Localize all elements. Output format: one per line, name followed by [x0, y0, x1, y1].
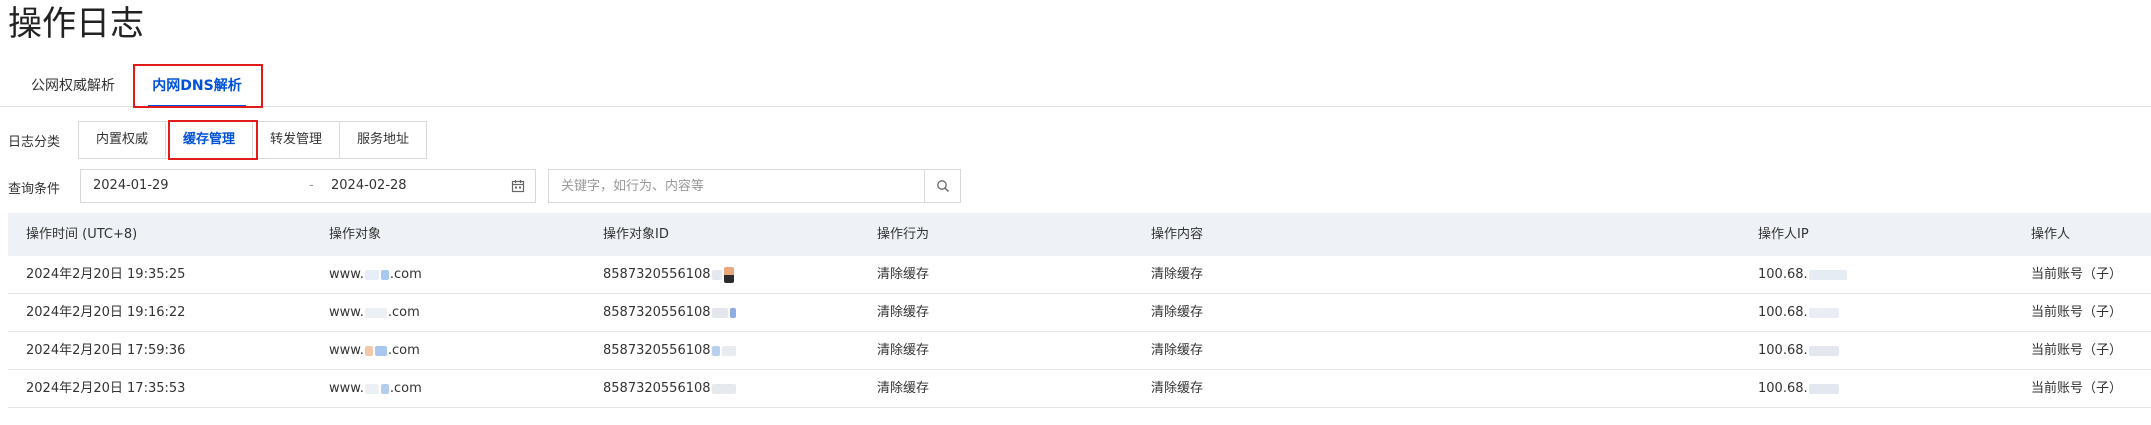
cell-object-id: 8587320556108: [603, 370, 737, 408]
cell-content: 清除缓存: [1151, 267, 1204, 282]
cell-operator: 当前账号（子）: [2031, 267, 2123, 282]
redacted-mark: [711, 269, 722, 280]
cell-action: 清除缓存: [877, 267, 930, 282]
redacted-mark: [380, 269, 389, 280]
table-header: 操作时间 (UTC+8) 操作对象 操作对象ID 操作行为 操作内容 操作人IP…: [8, 213, 2151, 256]
keyword-search: [548, 169, 961, 203]
ip-prefix: 100.68.: [1758, 305, 1808, 320]
object-prefix: www.: [329, 343, 364, 358]
table-row: 2024年2月20日 17:59:36 www. .com 85873205561…: [8, 332, 2151, 370]
search-icon: [937, 180, 949, 192]
cell-object: www. .com: [329, 370, 422, 408]
header-operator: 操作人: [2031, 227, 2071, 242]
redacted-mark: [1808, 383, 1839, 394]
search-input[interactable]: [549, 170, 919, 202]
category-builtin-authoritative[interactable]: 内置权威: [79, 122, 167, 158]
redacted-mark: [364, 307, 387, 318]
object-id-prefix: 8587320556108: [603, 343, 711, 358]
operation-log-table: 操作时间 (UTC+8) 操作对象 操作对象ID 操作行为 操作内容 操作人IP…: [8, 213, 2151, 408]
redacted-mark: [723, 266, 734, 283]
header-operator-ip: 操作人IP: [1758, 227, 1809, 242]
redacted-mark: [711, 307, 728, 318]
cell-time: 2024年2月20日 19:35:25: [26, 267, 186, 282]
cell-time: 2024年2月20日 17:59:36: [26, 343, 186, 358]
redacted-mark: [364, 383, 379, 394]
table-row: 2024年2月20日 19:35:25 www. .com 85873205561…: [8, 256, 2151, 294]
tab-public-authoritative[interactable]: 公网权威解析: [14, 66, 132, 106]
table-row: 2024年2月20日 19:16:22 www. .com 85873205561…: [8, 294, 2151, 332]
cell-content: 清除缓存: [1151, 343, 1204, 358]
date-range-picker[interactable]: 2024-01-29 - 2024-02-28: [80, 169, 536, 203]
cell-operator-ip: 100.68.: [1758, 370, 1840, 408]
object-prefix: www.: [329, 381, 364, 396]
cell-operator: 当前账号（子）: [2031, 305, 2123, 320]
redacted-mark: [711, 383, 736, 394]
redacted-mark: [721, 345, 736, 356]
log-category-segmented: 内置权威 缓存管理 转发管理 服务地址: [78, 121, 428, 159]
cell-object-id: 8587320556108: [603, 256, 735, 294]
cell-object-id: 8587320556108: [603, 332, 737, 370]
redacted-mark: [374, 345, 387, 356]
header-operation-object-id: 操作对象ID: [603, 227, 669, 242]
redacted-mark: [711, 345, 720, 356]
object-suffix: .com: [387, 343, 420, 358]
cell-operator: 当前账号（子）: [2031, 343, 2123, 358]
object-suffix: .com: [387, 305, 420, 320]
cell-object: www. .com: [329, 256, 422, 294]
page-title: 操作日志: [8, 4, 144, 44]
cell-object-id: 8587320556108: [603, 294, 737, 332]
ip-prefix: 100.68.: [1758, 381, 1808, 396]
object-id-prefix: 8587320556108: [603, 267, 711, 282]
tab-private-dns[interactable]: 内网DNS解析: [134, 66, 260, 107]
operation-log-page: 操作日志 公网权威解析 内网DNS解析 日志分类 内置权威 缓存管理 转发管理 …: [0, 0, 2151, 425]
object-prefix: www.: [329, 267, 364, 282]
header-operation-content: 操作内容: [1151, 227, 1204, 242]
cell-time: 2024年2月20日 17:35:53: [26, 381, 186, 396]
cell-operator-ip: 100.68.: [1758, 294, 1840, 332]
header-operation-time: 操作时间 (UTC+8): [26, 227, 138, 242]
cell-content: 清除缓存: [1151, 381, 1204, 396]
object-prefix: www.: [329, 305, 364, 320]
table-row: 2024年2月20日 17:35:53 www. .com 85873205561…: [8, 370, 2151, 408]
calendar-icon[interactable]: [511, 179, 525, 193]
object-suffix: .com: [389, 381, 422, 396]
start-date: 2024-01-29: [93, 178, 169, 193]
cell-object: www. .com: [329, 332, 420, 370]
redacted-mark: [380, 383, 389, 394]
log-category-label: 日志分类: [8, 135, 61, 150]
redacted-mark: [364, 345, 373, 356]
cell-action: 清除缓存: [877, 305, 930, 320]
cell-time: 2024年2月20日 19:16:22: [26, 305, 186, 320]
cell-action: 清除缓存: [877, 343, 930, 358]
redacted-mark: [1808, 345, 1839, 356]
header-operation-action: 操作行为: [877, 227, 930, 242]
search-button[interactable]: [924, 170, 960, 202]
category-cache-management[interactable]: 缓存管理: [166, 122, 254, 158]
ip-prefix: 100.68.: [1758, 343, 1808, 358]
cell-content: 清除缓存: [1151, 305, 1204, 320]
object-id-prefix: 8587320556108: [603, 381, 711, 396]
query-condition-label: 查询条件: [8, 182, 61, 197]
ip-prefix: 100.68.: [1758, 267, 1808, 282]
cell-object: www. .com: [329, 294, 420, 332]
redacted-mark: [364, 269, 379, 280]
cell-operator-ip: 100.68.: [1758, 256, 1848, 294]
object-suffix: .com: [389, 267, 422, 282]
date-separator: -: [309, 178, 314, 193]
category-service-address[interactable]: 服务地址: [340, 122, 427, 158]
redacted-mark: [1808, 307, 1839, 318]
object-id-prefix: 8587320556108: [603, 305, 711, 320]
redacted-mark: [1808, 269, 1847, 280]
redacted-mark: [729, 307, 736, 318]
dns-type-tabs: 公网权威解析 内网DNS解析: [0, 66, 2151, 107]
cell-operator: 当前账号（子）: [2031, 381, 2123, 396]
cell-operator-ip: 100.68.: [1758, 332, 1840, 370]
category-forwarding-management[interactable]: 转发管理: [253, 122, 341, 158]
header-operation-object: 操作对象: [329, 227, 382, 242]
cell-action: 清除缓存: [877, 381, 930, 396]
end-date: 2024-02-28: [331, 178, 407, 193]
